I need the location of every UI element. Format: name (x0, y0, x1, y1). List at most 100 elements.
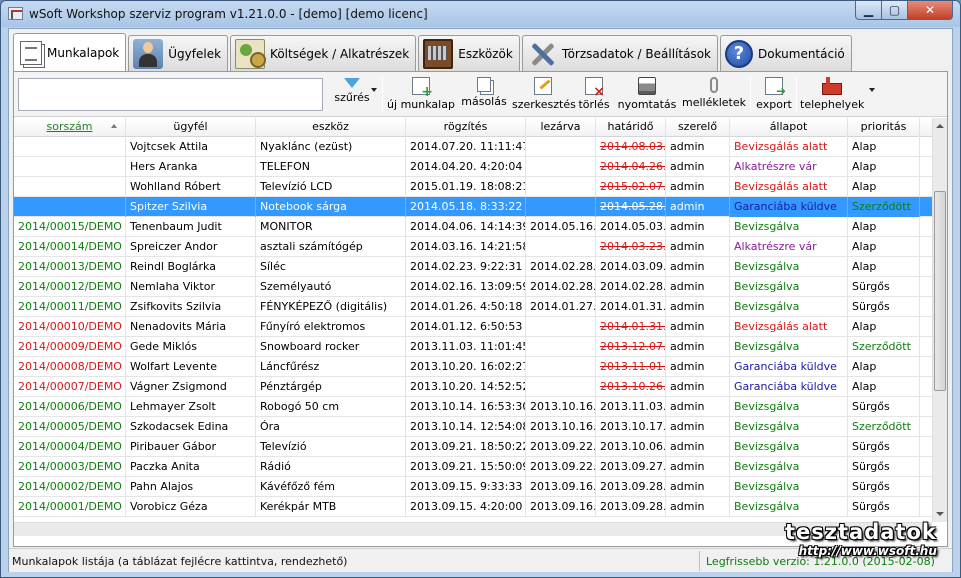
export-button[interactable]: export (754, 75, 794, 115)
cell-prioritas: Sürgős (848, 397, 920, 417)
table-row[interactable]: 2014/00015/DEMO Tenenbaum Judit MONITOR 201… (14, 217, 932, 237)
cell-allapot: Bevizsgálva (730, 397, 848, 417)
delete-button[interactable]: törlés (576, 75, 612, 115)
column-header-prioritas[interactable]: prioritás (848, 118, 920, 137)
cell-eszkoz: Televízió LCD (256, 177, 406, 197)
table-row[interactable]: 2014/00006/DEMO Lehmayer Zsolt Robogó 50 c… (14, 397, 932, 417)
table-row[interactable]: 2014/00010/DEMO Nenadovits Mária Fűnyíró e… (14, 317, 932, 337)
new-worksheet-button[interactable]: új munkalap (386, 75, 456, 115)
column-header-szerelo[interactable]: szerelő (666, 118, 730, 137)
table-row[interactable]: Spitzer Szilvia Notebook sárga 2014.05.18.… (14, 197, 932, 217)
filter-button[interactable]: szűrés (330, 75, 374, 115)
tab-dokumentacio[interactable]: ? Dokumentáció (719, 35, 852, 71)
cell-hatarido: 2013.10.06. (596, 437, 666, 457)
cell-ugyfel: Zsifkovits Szilvia (126, 297, 256, 317)
table-row[interactable]: 2014/00005/DEMO Szkodacsek Edina Óra 2013.1… (14, 417, 932, 437)
tab-ugyfelek[interactable]: Ügyfelek (128, 35, 229, 71)
cell-prioritas: Sürgős (848, 497, 920, 517)
column-header-ugyfel[interactable]: ügyfél (126, 118, 256, 137)
cell-ugyfel: Pahn Alajos (126, 477, 256, 497)
table-header: sorszám ügyfél eszköz rögzítés lezárva határi… (14, 118, 932, 137)
tab-koltsegek[interactable]: Költségek / Alkatrészek (230, 35, 417, 71)
table-row[interactable]: Wohlland Róbert Televízió LCD 2015.01.19. … (14, 177, 932, 197)
cell-eszkoz: Notebook sárga (256, 197, 406, 217)
table-row[interactable]: 2014/00011/DEMO Zsifkovits Szilvia FÉNYKÉP… (14, 297, 932, 317)
table-row[interactable]: 2014/00014/DEMO Spreiczer Andor asztali sz… (14, 237, 932, 257)
cell-ugyfel: Paczka Anita (126, 457, 256, 477)
cell-allapot: Bevizsgálva (730, 457, 848, 477)
table-row[interactable]: 2014/00004/DEMO Piribauer Gábor Televízió 2… (14, 437, 932, 457)
sites-label: telephelyek (800, 98, 865, 111)
copy-button[interactable]: másolás (458, 75, 510, 115)
cell-eszkoz: Láncfűrész (256, 357, 406, 377)
table-row[interactable]: 2014/00003/DEMO Paczka Anita Rádió 2013.09.… (14, 457, 932, 477)
watermark: tesztadatok http://www.wsoft.hu (785, 519, 937, 558)
cell-lezarva: 2014.01.27. (526, 297, 596, 317)
close-button[interactable]: ✕ (908, 1, 953, 20)
tab-label: Dokumentáció (757, 46, 845, 61)
column-header-hatarido[interactable]: határidő (596, 118, 666, 137)
cell-allapot: Bevizsgálva (730, 497, 848, 517)
scroll-down-icon[interactable] (936, 512, 944, 516)
cell-lezarva: 2014.02.28. (526, 277, 596, 297)
paperclip-icon (710, 77, 718, 93)
cell-lezarva: 2014.05.16. (526, 217, 596, 237)
sites-button[interactable]: telephelyek (800, 75, 864, 115)
cell-ugyfel: Szkodacsek Edina (126, 417, 256, 437)
table-row[interactable]: 2014/00009/DEMO Gede Miklós Snowboard rock… (14, 337, 932, 357)
cell-eszkoz: Fűnyíró elektromos (256, 317, 406, 337)
title-bar[interactable]: wSoft Workshop szerviz program v1.21.0.0… (1, 1, 960, 27)
cell-lezarva: 2013.09.22. (526, 437, 596, 457)
help-icon: ? (724, 39, 753, 68)
scroll-up-icon[interactable] (936, 124, 944, 128)
sort-ascending-icon (111, 124, 117, 128)
maximize-button[interactable]: ▢ (882, 1, 908, 20)
worksheet-table: Vojtcsek Attila Nyaklánc (ezüst) 2014.07.2… (14, 137, 932, 522)
cell-szerelo: admin (666, 477, 730, 497)
column-header-allapot[interactable]: állapot (730, 118, 848, 137)
cell-szerelo: admin (666, 377, 730, 397)
attachments-button[interactable]: mellékletek (682, 75, 746, 115)
cell-sorszam: 2014/00009/DEMO (14, 337, 126, 357)
column-header-lezarva[interactable]: lezárva (526, 118, 596, 137)
tab-label: Ügyfelek (168, 46, 222, 61)
table-row[interactable]: Vojtcsek Attila Nyaklánc (ezüst) 2014.07.2… (14, 137, 932, 157)
cell-sorszam: 2014/00007/DEMO (14, 377, 126, 397)
tab-munkalapok[interactable]: Munkalapok (13, 33, 127, 71)
column-header-eszkoz[interactable]: eszköz (256, 118, 406, 137)
status-text: Munkalapok listája (a táblázat fejlécre … (12, 555, 348, 568)
cell-sorszam (14, 157, 126, 177)
minimize-button[interactable]: ▁ (855, 1, 882, 20)
scrollbar-thumb[interactable] (934, 191, 946, 391)
column-header-sorszam[interactable]: sorszám (14, 118, 126, 137)
table-row[interactable]: Hers Aranka TELEFON 2014.04.20. 4:20:04 201… (14, 157, 932, 177)
table-row[interactable]: 2014/00007/DEMO Vágner Zsigmond Pénztárgép… (14, 377, 932, 397)
tab-eszkozok[interactable]: Eszközök (418, 35, 520, 71)
cell-sorszam: 2014/00010/DEMO (14, 317, 126, 337)
cell-lezarva: 2013.10.16. (526, 397, 596, 417)
print-button[interactable]: nyomtatás (614, 75, 680, 115)
cell-sorszam (14, 177, 126, 197)
window-title: wSoft Workshop szerviz program v1.21.0.0… (29, 7, 428, 21)
table-row[interactable]: 2014/00001/DEMO Vorobicz Géza Kerékpár MTB… (14, 497, 932, 517)
cell-sorszam: 2014/00006/DEMO (14, 397, 126, 417)
search-input[interactable] (18, 78, 323, 111)
cell-eszkoz: FÉNYKÉPEZŐ (digitális) (256, 297, 406, 317)
chevron-down-icon[interactable] (371, 88, 377, 92)
cell-lezarva (526, 197, 596, 217)
tab-torzsadatok[interactable]: Törzsadatok / Beállítások (521, 35, 718, 71)
cell-rogzites: 2014.03.16. 14:21:58 (406, 237, 526, 257)
column-header-rogzites[interactable]: rögzítés (406, 118, 526, 137)
app-icon[interactable] (8, 7, 23, 20)
cell-allapot: Bevizsgálva (730, 477, 848, 497)
table-row[interactable]: 2014/00008/DEMO Wolfart Levente Láncfűrész… (14, 357, 932, 377)
cell-allapot: Bevizsgálás alatt (730, 317, 848, 337)
edit-button[interactable]: szerkesztés (512, 75, 576, 115)
export-label: export (756, 98, 792, 111)
chevron-down-icon[interactable] (869, 88, 875, 92)
table-row[interactable]: 2014/00013/DEMO Reindl Boglárka Síléc 2014.… (14, 257, 932, 277)
vertical-scrollbar[interactable] (932, 118, 947, 522)
table-row[interactable]: 2014/00002/DEMO Pahn Alajos Kávéfőző fém 20… (14, 477, 932, 497)
table-row[interactable]: 2014/00012/DEMO Nemlaha Viktor Személyautó… (14, 277, 932, 297)
cell-prioritas: Alap (848, 317, 920, 337)
